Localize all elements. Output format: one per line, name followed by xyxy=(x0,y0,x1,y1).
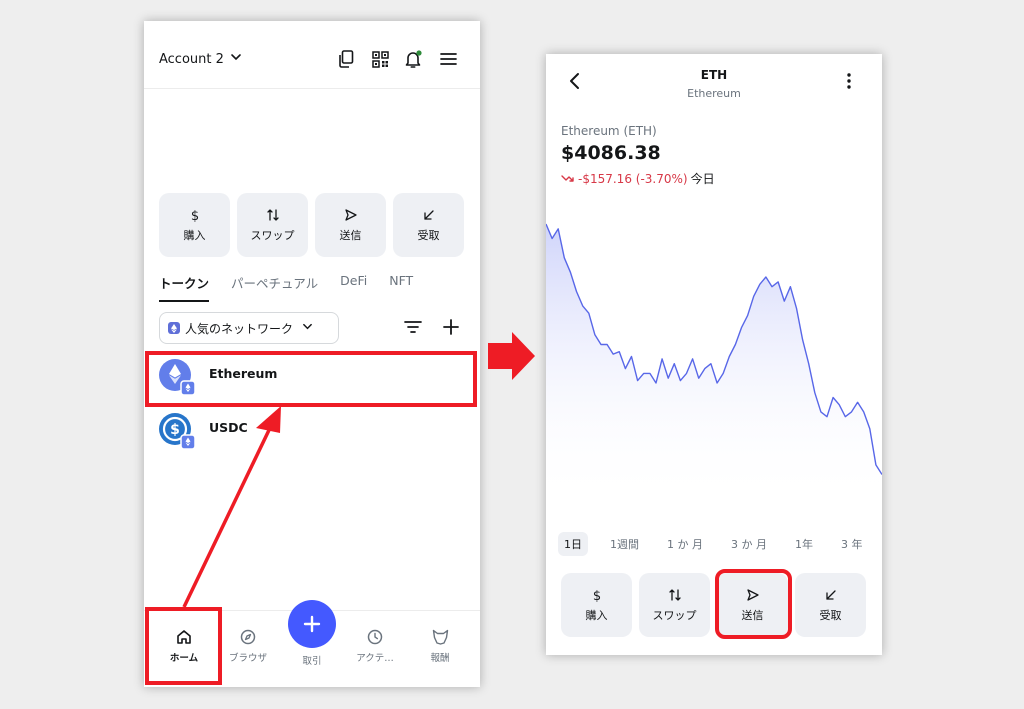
qr-code-icon[interactable] xyxy=(370,49,390,69)
filter-icon[interactable] xyxy=(404,319,422,339)
tab-defi[interactable]: DeFi xyxy=(340,273,367,302)
nav-activity-label: アクテ… xyxy=(356,653,394,664)
range-1y[interactable]: 1年 xyxy=(789,532,819,556)
token-detail-screen: ETH Ethereum Ethereum (ETH) $4086.38 -$1… xyxy=(546,54,882,655)
range-1w[interactable]: 1週間 xyxy=(604,532,645,556)
nav-home-label: ホーム xyxy=(169,653,199,664)
nav-rewards-label: 報酬 xyxy=(430,653,450,664)
nav-home[interactable]: ホーム xyxy=(154,629,214,664)
token-row-usdc[interactable]: $ USDC xyxy=(159,413,248,450)
network-selector[interactable]: 人気のネットワーク xyxy=(159,312,339,344)
receive-button[interactable]: 受取 xyxy=(795,573,866,637)
price-change-value: -$157.16 (-3.70%) xyxy=(578,171,688,186)
send-icon xyxy=(344,208,357,221)
ethereum-token-icon xyxy=(159,359,196,396)
chart-area xyxy=(546,224,882,504)
more-options-icon[interactable] xyxy=(846,72,852,94)
buy-button[interactable]: $ 購入 xyxy=(561,573,632,637)
nav-browser[interactable]: ブラウザ xyxy=(218,629,278,664)
nav-browser-label: ブラウザ xyxy=(228,653,267,664)
asset-price: $4086.38 xyxy=(561,142,661,164)
buy-label: 購入 xyxy=(585,608,608,622)
swap-icon xyxy=(266,208,279,221)
price-change: -$157.16 (-3.70%) 今日 xyxy=(561,170,715,187)
chevron-down-icon xyxy=(302,321,313,335)
trend-down-icon xyxy=(561,174,574,182)
plus-icon xyxy=(303,615,321,633)
svg-text:$: $ xyxy=(170,422,180,438)
range-3m[interactable]: 3 か 月 xyxy=(725,532,773,556)
bell-icon[interactable] xyxy=(403,49,423,69)
page-subtitle: Ethereum xyxy=(687,87,741,100)
nav-activity[interactable]: アクテ… xyxy=(345,629,405,664)
range-3y[interactable]: 3 年 xyxy=(835,532,869,556)
nav-trade-label: 取引 xyxy=(302,656,322,667)
receive-label: 受取 xyxy=(417,228,440,242)
fox-icon xyxy=(432,629,448,645)
copy-icon[interactable] xyxy=(336,49,356,69)
network-label: 人気のネットワーク xyxy=(185,321,294,336)
buy-label: 購入 xyxy=(183,228,206,242)
nav-rewards[interactable]: 報酬 xyxy=(410,629,470,664)
receive-icon xyxy=(825,589,836,600)
receive-icon xyxy=(423,209,434,220)
account-selector[interactable]: Account 2 xyxy=(159,51,242,67)
token-row-ethereum[interactable]: Ethereum xyxy=(159,359,278,396)
token-name: USDC xyxy=(209,420,248,435)
usdc-token-icon: $ xyxy=(159,413,196,450)
range-1m[interactable]: 1 か 月 xyxy=(661,532,709,556)
compass-icon xyxy=(240,629,256,645)
send-icon xyxy=(746,588,759,601)
plus-icon[interactable] xyxy=(443,319,459,339)
svg-text:$: $ xyxy=(592,589,600,602)
swap-button[interactable]: スワップ xyxy=(639,573,710,637)
asset-tabs: トークン パーペチュアル DeFi NFT xyxy=(159,273,413,302)
send-button[interactable]: 送信 xyxy=(315,193,386,257)
detail-action-bar: $ 購入 スワップ 送信 受取 xyxy=(561,573,866,637)
clock-icon xyxy=(367,629,383,645)
swap-icon xyxy=(668,588,681,601)
menu-icon[interactable] xyxy=(438,49,458,69)
page-title: ETH xyxy=(700,68,728,82)
arrow-right-icon xyxy=(488,332,535,380)
swap-button[interactable]: スワップ xyxy=(237,193,308,257)
account-name: Account 2 xyxy=(159,51,224,67)
trade-fab-button[interactable] xyxy=(288,600,336,648)
tab-tokens[interactable]: トークン xyxy=(159,273,210,302)
time-range-selector: 1日 1週間 1 か 月 3 か 月 1年 3 年 xyxy=(558,532,869,556)
token-name: Ethereum xyxy=(209,366,278,381)
dollar-icon: $ xyxy=(592,589,600,602)
swap-label: スワップ xyxy=(652,608,697,622)
range-1d[interactable]: 1日 xyxy=(558,532,588,556)
swap-label: スワップ xyxy=(250,228,295,242)
price-change-period: 今日 xyxy=(690,172,715,186)
svg-text:$: $ xyxy=(190,209,198,222)
tab-nft[interactable]: NFT xyxy=(389,273,413,302)
send-button[interactable]: 送信 xyxy=(717,573,788,637)
chevron-down-icon xyxy=(230,51,242,67)
asset-name: Ethereum (ETH) xyxy=(561,124,657,138)
action-bar: $ 購入 スワップ 送信 受取 xyxy=(159,193,464,257)
header-divider xyxy=(144,88,480,89)
receive-button[interactable]: 受取 xyxy=(393,193,464,257)
home-screen: Account 2 $ 購入 スワップ 送信 受取 トークン パーペチュアル D… xyxy=(144,21,480,687)
send-label: 送信 xyxy=(741,608,764,622)
ethereum-network-icon xyxy=(168,322,180,334)
dollar-icon: $ xyxy=(190,209,198,222)
receive-label: 受取 xyxy=(819,608,842,622)
tab-perpetuals[interactable]: パーペチュアル xyxy=(231,273,318,302)
price-chart[interactable] xyxy=(546,204,882,504)
home-icon xyxy=(177,630,191,644)
send-label: 送信 xyxy=(339,228,362,242)
buy-button[interactable]: $ 購入 xyxy=(159,193,230,257)
